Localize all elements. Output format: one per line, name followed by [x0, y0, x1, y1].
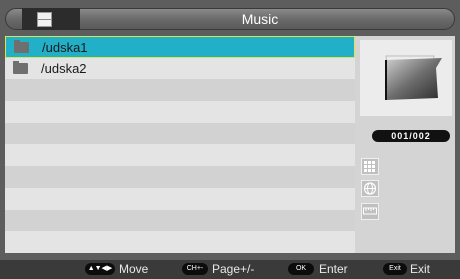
folder-icon	[14, 40, 29, 53]
enter-hint: Enter	[319, 262, 348, 276]
preview-area	[360, 40, 452, 116]
ok-key: OK	[288, 263, 314, 275]
globe-icon[interactable]	[361, 180, 379, 197]
page-title: Music	[241, 11, 279, 27]
ruler-icon[interactable]	[361, 203, 379, 220]
folder-icon	[13, 60, 28, 74]
file-list: /udska1 /udska2	[5, 36, 355, 253]
list-item[interactable]: /udska1	[5, 36, 355, 58]
media-icon	[37, 12, 52, 27]
page-key: CH+-	[182, 263, 208, 275]
list-item-label: /udska1	[42, 40, 88, 55]
empty-row	[5, 122, 355, 145]
empty-row	[5, 101, 355, 123]
grid-icon[interactable]	[361, 158, 379, 175]
page-hint: Page+/-	[212, 262, 255, 276]
move-key: ▲▼◀▶	[85, 263, 115, 275]
list-item-label: /udska2	[41, 60, 87, 76]
empty-row	[5, 188, 355, 210]
exit-hint: Exit	[410, 262, 431, 276]
empty-row	[5, 166, 355, 188]
music-folder-icon	[385, 55, 442, 100]
music-browser-screen: Music /udska1 /udska2 001/002 ▲▼◀▶ Move …	[0, 0, 460, 279]
empty-row	[5, 145, 355, 167]
empty-row	[5, 231, 355, 253]
item-counter: 001/002	[372, 130, 450, 142]
empty-row	[5, 79, 355, 102]
empty-row	[5, 209, 355, 232]
exit-key: Exit	[383, 263, 407, 275]
move-hint: Move	[119, 262, 149, 276]
list-item[interactable]: /udska2	[5, 58, 355, 80]
